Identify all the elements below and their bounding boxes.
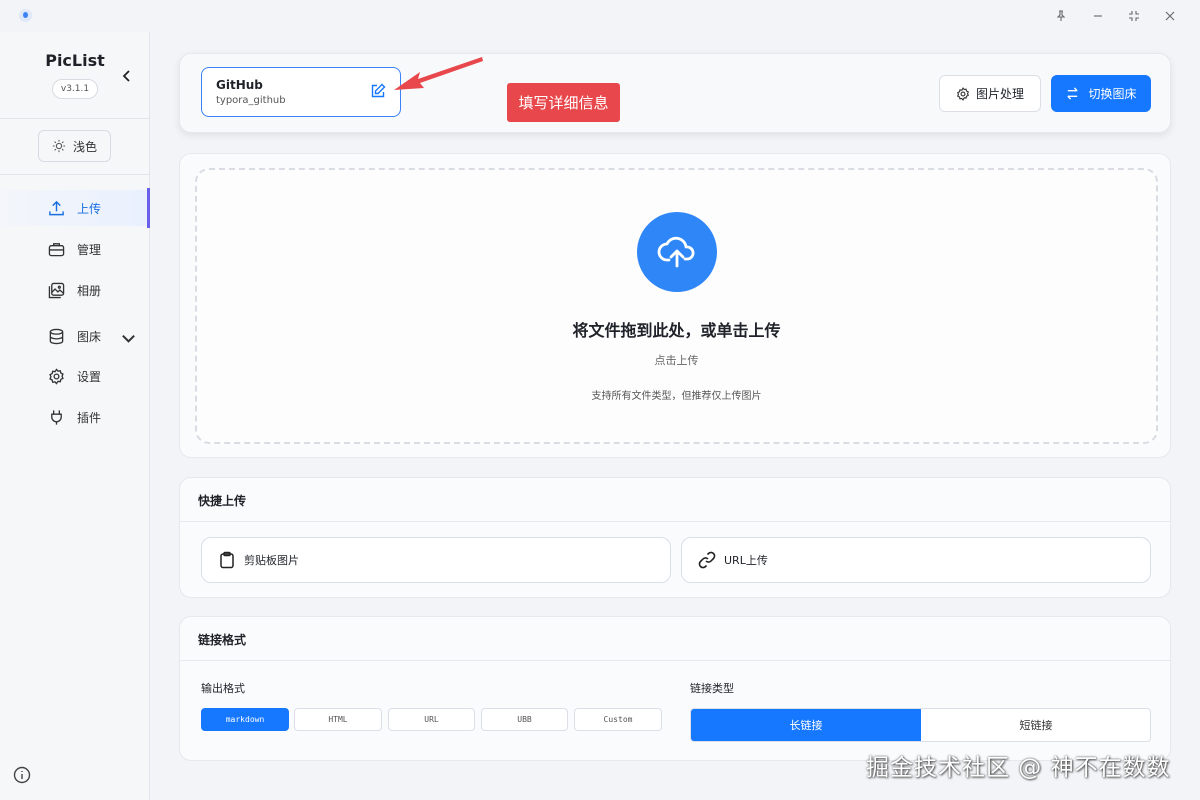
sidebar-item-manage[interactable]: 管理 (0, 231, 150, 267)
gear-icon (49, 367, 64, 385)
sidebar-item-label: 插件 (77, 410, 102, 425)
url-upload-button[interactable]: URL上传 (681, 537, 1151, 583)
clipboard-upload-label: 剪贴板图片 (244, 554, 299, 567)
cloud-upload-icon (637, 212, 717, 292)
maximize-icon[interactable] (1116, 0, 1152, 32)
format-option-html[interactable]: HTML (294, 708, 382, 731)
long-link-option[interactable]: 长链接 (691, 709, 921, 741)
sidebar: PicList v3.1.1 浅色 上传 管理 相册 图床 设置 插件 (0, 32, 150, 800)
app-icon (19, 9, 32, 22)
quick-upload-section: 快捷上传 剪贴板图片 URL上传 (179, 477, 1171, 598)
link-format-section: 链接格式 输出格式 markdown HTML URL UBB Custom 链… (179, 616, 1171, 761)
picbed-name: GitHub (216, 78, 263, 92)
switch-picbed-button[interactable]: 切换图床 (1051, 75, 1151, 112)
close-icon[interactable] (1152, 0, 1188, 32)
title-bar (0, 0, 1200, 32)
dropzone-subtitle: 点击上传 (654, 354, 699, 367)
image-process-button[interactable]: 图片处理 (939, 75, 1041, 112)
format-option-markdown[interactable]: markdown (201, 708, 289, 731)
sidebar-item-gallery[interactable]: 相册 (0, 272, 150, 308)
briefcase-icon (48, 242, 65, 256)
annotation-label: 填写详细信息 (507, 83, 620, 122)
clipboard-icon (220, 551, 234, 569)
output-format-label: 输出格式 (201, 682, 245, 695)
section-title: 快捷上传 (198, 494, 247, 508)
divider (0, 174, 149, 175)
sidebar-item-plugins[interactable]: 插件 (0, 399, 150, 435)
swap-icon (1067, 87, 1079, 100)
theme-label: 浅色 (72, 139, 97, 154)
short-link-option[interactable]: 短链接 (921, 709, 1150, 741)
minimize-icon[interactable] (1080, 0, 1116, 32)
dropzone-hint: 支持所有文件类型，但推荐仅上传图片 (591, 391, 762, 402)
sun-icon (52, 139, 66, 153)
current-picbed-card[interactable]: GitHub typora_github (201, 67, 401, 117)
sidebar-item-label: 相册 (77, 283, 102, 298)
clipboard-upload-button[interactable]: 剪贴板图片 (201, 537, 671, 583)
gear-icon (957, 86, 969, 101)
edit-icon[interactable] (370, 83, 386, 99)
pin-icon[interactable] (1043, 0, 1079, 32)
format-option-url[interactable]: URL (388, 708, 475, 731)
divider (180, 660, 1170, 661)
format-option-ubb[interactable]: UBB (481, 708, 568, 731)
upload-icon (49, 200, 64, 215)
app-name: PicList (45, 51, 105, 70)
format-option-custom[interactable]: Custom (574, 708, 662, 731)
switch-picbed-label: 切换图床 (1088, 87, 1137, 101)
url-upload-label: URL上传 (724, 554, 768, 567)
upload-dropzone[interactable]: 将文件拖到此处，或单击上传 点击上传 支持所有文件类型，但推荐仅上传图片 (195, 168, 1158, 444)
theme-toggle-button[interactable]: 浅色 (38, 130, 111, 162)
dropzone-title: 将文件拖到此处，或单击上传 (572, 321, 781, 340)
sidebar-item-label: 设置 (77, 369, 102, 384)
database-icon (49, 328, 64, 344)
sidebar-item-upload[interactable]: 上传 (0, 188, 150, 228)
chevron-down-icon (122, 334, 135, 343)
link-type-toggle: 长链接 短链接 (690, 708, 1151, 742)
picbed-config-name: typora_github (216, 95, 286, 106)
sidebar-item-settings[interactable]: 设置 (0, 358, 150, 394)
sidebar-item-label: 上传 (77, 201, 102, 216)
sidebar-item-label: 图床 (77, 329, 102, 344)
image-process-label: 图片处理 (975, 87, 1024, 101)
link-type-label: 链接类型 (690, 682, 734, 695)
link-icon (698, 551, 716, 569)
gallery-icon (48, 282, 65, 298)
version-badge: v3.1.1 (52, 79, 98, 99)
sidebar-item-label: 管理 (77, 242, 102, 257)
plug-icon (51, 409, 62, 425)
upload-card: 将文件拖到此处，或单击上传 点击上传 支持所有文件类型，但推荐仅上传图片 (179, 153, 1171, 458)
divider (0, 118, 149, 119)
annotation-arrow (394, 57, 483, 90)
watermark: 掘金技术社区 @ 神不在数数 (866, 755, 1171, 781)
divider (180, 521, 1170, 522)
sidebar-item-picbed[interactable]: 图床 (0, 318, 150, 354)
collapse-sidebar-icon[interactable] (118, 67, 136, 85)
info-icon[interactable] (13, 766, 31, 784)
section-title: 链接格式 (198, 633, 247, 647)
picbed-header: GitHub typora_github 图片处理 切换图床 (179, 53, 1171, 133)
